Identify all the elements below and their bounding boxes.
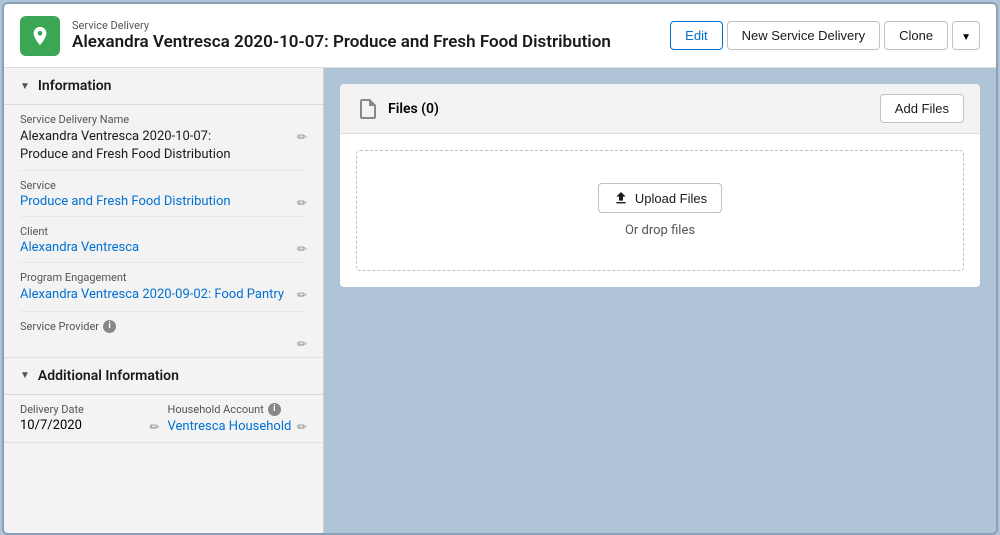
app-icon [20, 16, 60, 56]
files-icon [356, 97, 380, 121]
drop-text: Or drop files [625, 223, 695, 238]
files-card: Files (0) Add Files Upload Files Or drop… [340, 84, 980, 287]
information-section-header: ▼ Information [4, 68, 323, 105]
files-title: Files (0) [356, 97, 439, 121]
page-header: Service Delivery Alexandra Ventresca 202… [4, 4, 996, 68]
edit-icon-delivery-date[interactable]: ✏ [149, 420, 159, 434]
field-delivery-date: Delivery Date 10/7/2020 ✏ [20, 395, 160, 442]
chevron-down-icon: ▼ [961, 32, 971, 43]
clone-button[interactable]: Clone [884, 21, 948, 50]
field-service: Service Produce and Fresh Food Distribut… [20, 171, 307, 217]
field-value-delivery-date: 10/7/2020 [20, 418, 82, 433]
upload-files-button[interactable]: Upload Files [598, 183, 722, 213]
field-label-service: Service [20, 179, 307, 192]
header-title: Alexandra Ventresca 2020-10-07: Produce … [72, 32, 611, 52]
field-label-program-engagement: Program Engagement [20, 271, 307, 284]
info-icon-service-provider: i [103, 320, 116, 333]
field-program-engagement: Program Engagement Alexandra Ventresca 2… [20, 263, 307, 311]
edit-button[interactable]: Edit [670, 21, 722, 50]
header-actions: Edit New Service Delivery Clone ▼ [670, 21, 980, 50]
field-label-delivery-date: Delivery Date [20, 403, 160, 416]
upload-area[interactable]: Upload Files Or drop files [356, 150, 964, 271]
field-value-program-engagement[interactable]: Alexandra Ventresca 2020-09-02: Food Pan… [20, 286, 284, 304]
edit-icon-program-engagement[interactable]: ✏ [297, 288, 307, 302]
edit-icon-service-delivery-name[interactable]: ✏ [297, 130, 307, 144]
header-text: Service Delivery Alexandra Ventresca 202… [72, 19, 611, 52]
chevron-icon: ▼ [20, 81, 30, 92]
field-service-delivery-name: Service Delivery Name Alexandra Ventresc… [20, 105, 307, 171]
additional-label: Additional Information [38, 368, 179, 384]
edit-icon-household-account[interactable]: ✏ [297, 420, 307, 434]
field-value-client[interactable]: Alexandra Ventresca [20, 240, 139, 255]
chevron-icon-additional: ▼ [20, 370, 30, 381]
field-service-provider: Service Provider i ✏ [20, 312, 307, 357]
edit-icon-service-provider[interactable]: ✏ [297, 337, 307, 351]
files-title-text: Files (0) [388, 101, 439, 117]
additional-two-col: Delivery Date 10/7/2020 ✏ Household Acco… [20, 395, 307, 442]
info-icon-household-account: i [268, 403, 281, 416]
field-household-account: Household Account i Ventresca Household … [168, 395, 308, 442]
field-label-household-account: Household Account i [168, 403, 308, 416]
field-client: Client Alexandra Ventresca ✏ [20, 217, 307, 263]
field-label-service-provider: Service Provider i [20, 320, 307, 333]
main-content: ▼ Information Service Delivery Name Alex… [4, 68, 996, 533]
add-files-button[interactable]: Add Files [880, 94, 964, 123]
field-label-client: Client [20, 225, 307, 238]
edit-icon-client[interactable]: ✏ [297, 242, 307, 256]
field-value-service[interactable]: Produce and Fresh Food Distribution [20, 194, 231, 209]
additional-section-header: ▼ Additional Information [4, 358, 323, 395]
files-header: Files (0) Add Files [340, 84, 980, 134]
field-value-household-account[interactable]: Ventresca Household [168, 418, 292, 436]
header-subtitle: Service Delivery [72, 19, 611, 32]
upload-label: Upload Files [635, 191, 707, 206]
field-label-service-delivery-name: Service Delivery Name [20, 113, 307, 126]
edit-icon-service[interactable]: ✏ [297, 196, 307, 210]
information-label: Information [38, 78, 112, 94]
header-left: Service Delivery Alexandra Ventresca 202… [20, 16, 611, 56]
left-panel: ▼ Information Service Delivery Name Alex… [4, 68, 324, 533]
new-service-delivery-button[interactable]: New Service Delivery [727, 21, 881, 50]
field-value-service-delivery-name: Alexandra Ventresca 2020-10-07:Produce a… [20, 128, 231, 164]
information-fields: Service Delivery Name Alexandra Ventresc… [4, 105, 323, 358]
upload-icon [613, 190, 629, 206]
right-panel: Files (0) Add Files Upload Files Or drop… [324, 68, 996, 533]
additional-fields: Delivery Date 10/7/2020 ✏ Household Acco… [4, 395, 323, 443]
dropdown-button[interactable]: ▼ [952, 21, 980, 50]
